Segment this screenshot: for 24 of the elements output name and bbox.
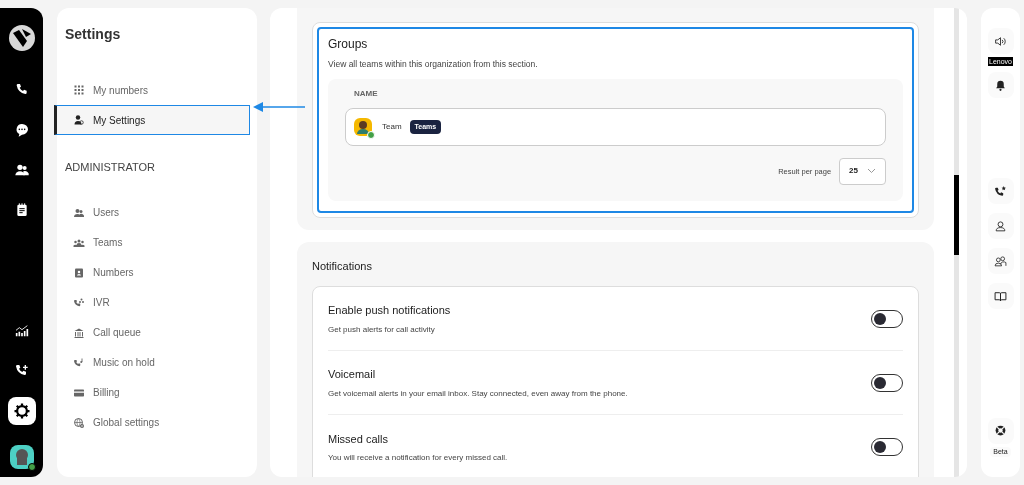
setting-title: Voicemail — [328, 367, 377, 382]
section-title: Notifications — [312, 258, 373, 274]
setting-title: Missed calls — [328, 431, 389, 447]
menu-item[interactable]: Users — [57, 197, 247, 228]
menu-item[interactable]: My Settings — [54, 105, 250, 135]
panel-title: Settings — [64, 25, 122, 44]
page-size-dropdown[interactable]: 25 — [839, 157, 886, 185]
menu-item[interactable]: Global settings — [57, 407, 247, 438]
setting-description: Get push alerts for call activity — [328, 323, 436, 336]
team-name: Team — [382, 120, 402, 133]
menu-item[interactable]: Call queue — [57, 317, 247, 348]
setting-description: Get voicemail alerts in your email inbox. Stay connected, even away from the phone. — [328, 387, 629, 400]
section-description: View all teams within this organization from this section. — [328, 58, 539, 71]
menu-item[interactable]: Numbers — [57, 257, 247, 288]
column-header: NAME — [354, 87, 378, 100]
section-title: Groups — [328, 36, 369, 53]
menu-item[interactable]: Billing — [57, 377, 247, 408]
section-heading: ADMINISTRATOR — [64, 160, 157, 175]
menu-item[interactable]: Teams — [57, 227, 247, 258]
menu-item[interactable]: IVR — [57, 287, 247, 318]
menu-item[interactable]: Music on hold — [57, 347, 247, 378]
menu-item[interactable]: My numbers — [57, 75, 247, 105]
setting-title: Enable push notifications — [328, 303, 452, 318]
setting-description: You will receive a notification for every missed call. — [328, 452, 509, 464]
